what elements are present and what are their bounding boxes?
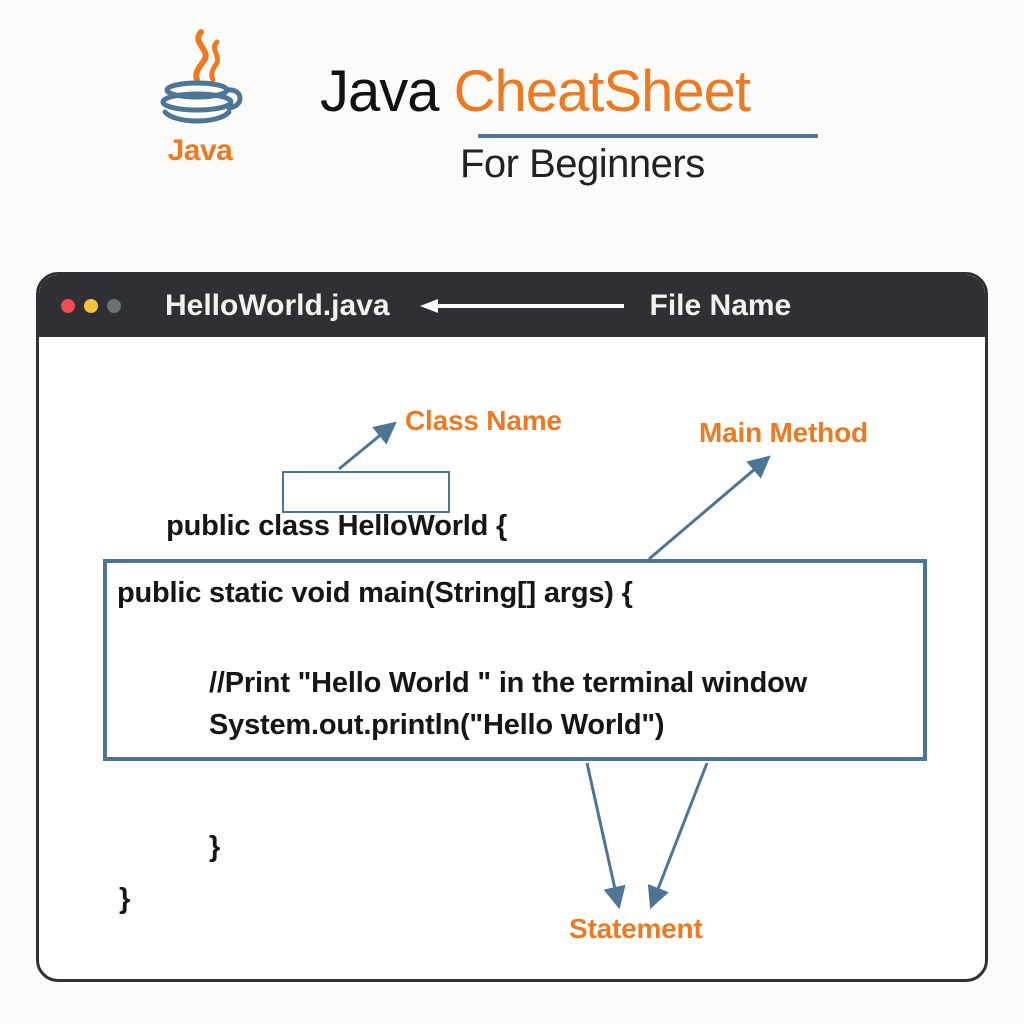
class-identifier: HelloWorld (338, 510, 489, 542)
java-cup-icon (145, 28, 255, 138)
code-line-5: } (209, 831, 220, 864)
code-line-6: } (119, 883, 130, 916)
code-line-2: public static void main(String[] args) { (117, 577, 633, 610)
code-line-3: //Print "Hello World " in the terminal w… (209, 667, 807, 700)
code-window: HelloWorld.java File Name Class Name Mai… (36, 272, 988, 982)
minimize-icon (84, 299, 98, 313)
window-titlebar: HelloWorld.java File Name (39, 275, 985, 337)
code-area: Class Name Main Method Statement public … (39, 337, 985, 979)
label-class-name: Class Name (405, 405, 562, 437)
label-statement: Statement (569, 913, 703, 945)
title-underline (478, 134, 818, 138)
java-logo-text: Java (140, 134, 260, 168)
traffic-lights (61, 299, 121, 313)
header: Java Java CheatSheet For Beginners (0, 20, 1024, 220)
page-subtitle: For Beginners (460, 142, 705, 187)
page-title: Java CheatSheet (320, 58, 750, 125)
title-part-cheatsheet: CheatSheet (454, 59, 750, 124)
brace-open: { (488, 510, 507, 542)
label-main-method: Main Method (699, 417, 868, 449)
java-logo: Java (140, 28, 260, 168)
zoom-icon (107, 299, 121, 313)
kw-public-class: public class (166, 510, 337, 542)
title-part-java: Java (320, 59, 454, 124)
file-name: HelloWorld.java (165, 289, 390, 323)
close-icon (61, 299, 75, 313)
arrow-left-icon (418, 296, 628, 316)
code-line-4: System.out.println("Hello World") (209, 709, 664, 742)
file-name-annotation: File Name (650, 289, 792, 323)
code-line-1: public class HelloWorld { (119, 477, 507, 576)
